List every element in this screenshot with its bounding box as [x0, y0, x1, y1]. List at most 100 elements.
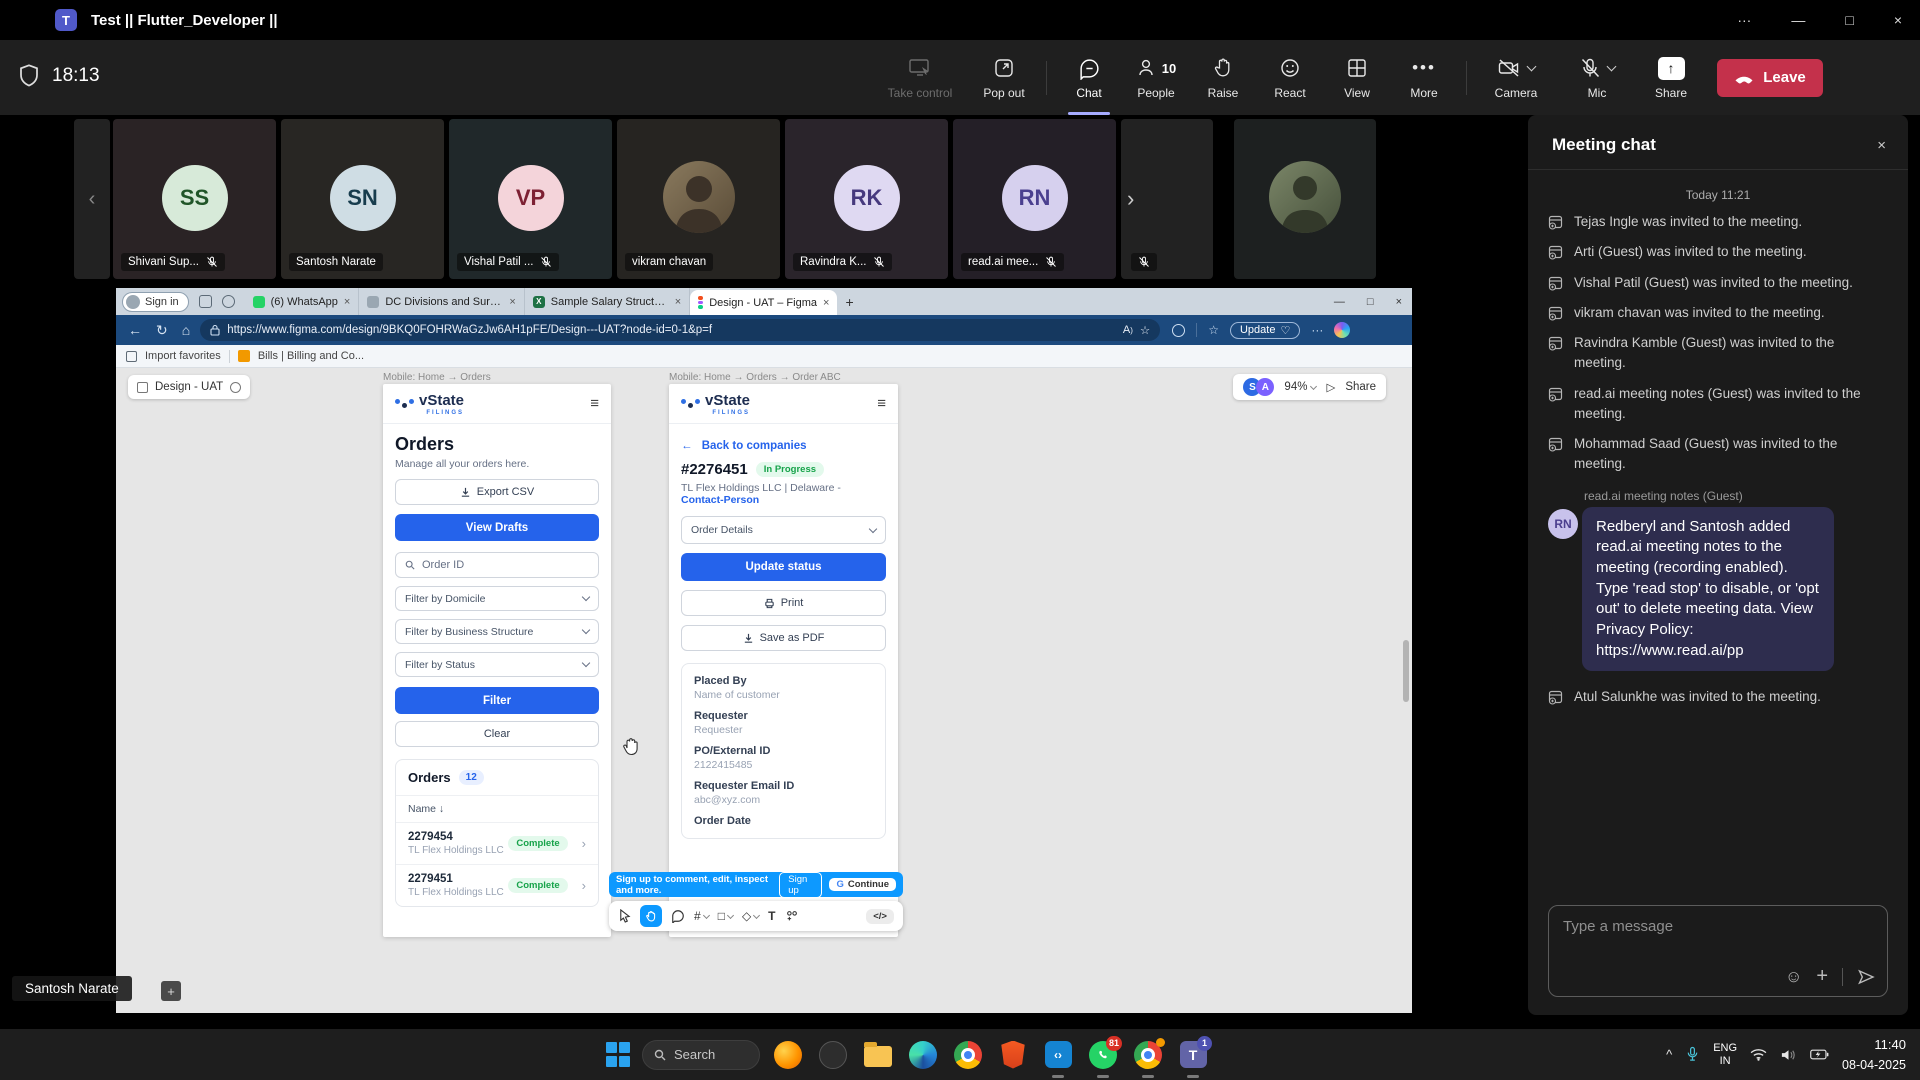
tab-close-icon[interactable]: × — [675, 296, 681, 308]
import-favorites-link[interactable]: Import favorites — [145, 350, 221, 362]
hamburger-menu-icon[interactable]: ≡ — [590, 395, 599, 412]
contact-person-link[interactable]: Contact-Person — [681, 494, 759, 506]
back-icon[interactable]: ← — [128, 322, 142, 339]
hand-tool-icon-active[interactable] — [640, 905, 662, 927]
close-icon[interactable]: × — [1894, 12, 1902, 28]
wifi-icon[interactable] — [1750, 1048, 1767, 1061]
figma-copy-icon[interactable] — [230, 382, 241, 393]
taskbar-search-input[interactable]: Search — [642, 1040, 760, 1070]
start-button-icon[interactable] — [606, 1042, 631, 1067]
mockup-orders-list[interactable]: vStateFILINGS ≡ Orders Manage all your o… — [383, 384, 611, 937]
filter-business-structure-select[interactable]: Filter by Business Structure — [395, 619, 599, 644]
tab-close-icon[interactable]: × — [823, 297, 829, 309]
dark-app-icon[interactable] — [816, 1038, 850, 1072]
signup-button[interactable]: Sign up — [779, 872, 822, 898]
pen-tool[interactable]: ◇ — [742, 909, 759, 923]
refresh-icon[interactable]: ↻ — [156, 322, 168, 339]
order-details-select[interactable]: Order Details — [681, 516, 886, 544]
pop-out-button[interactable]: Pop out — [973, 40, 1035, 115]
mic-options-chevron-icon[interactable] — [1607, 61, 1617, 71]
figma-canvas[interactable]: Design - UAT SA 94% ▷ Share Mobile: Home… — [116, 368, 1412, 986]
frame-tool[interactable]: # — [694, 909, 709, 923]
mic-button[interactable]: Mic — [1559, 40, 1635, 115]
dev-mode-toggle[interactable]: </> — [866, 909, 894, 924]
browser-close-icon[interactable]: × — [1396, 296, 1402, 308]
participant-tile[interactable]: RN read.ai mee... — [953, 119, 1116, 279]
print-button[interactable]: Print — [681, 590, 886, 616]
vscode-icon[interactable]: ‹› — [1041, 1038, 1075, 1072]
people-button[interactable]: 10 People — [1125, 40, 1187, 115]
frame-label-right[interactable]: Mobile: Home → Orders → Order ABC — [669, 372, 841, 383]
battery-icon[interactable] — [1810, 1049, 1829, 1060]
export-csv-button[interactable]: Export CSV — [395, 479, 599, 505]
view-drafts-button[interactable]: View Drafts — [395, 514, 599, 541]
back-to-companies-link[interactable]: ← Back to companies — [681, 440, 886, 452]
chat-button[interactable]: Chat — [1058, 40, 1120, 115]
browser-minimize-icon[interactable]: — — [1334, 296, 1345, 308]
file-explorer-icon[interactable] — [861, 1038, 895, 1072]
extensions-icon[interactable] — [1172, 324, 1185, 337]
filmstrip-next-button[interactable]: › — [1127, 186, 1134, 212]
read-aloud-icon[interactable]: A) — [1123, 324, 1133, 336]
shape-tool[interactable]: □ — [718, 909, 733, 923]
leave-button[interactable]: Leave — [1717, 59, 1823, 97]
chat-message-input[interactable]: Type a message ☺ + — [1548, 905, 1888, 997]
send-icon[interactable] — [1857, 968, 1875, 986]
filter-domicile-select[interactable]: Filter by Domicile — [395, 586, 599, 611]
participant-tile-partial[interactable] — [1121, 119, 1213, 279]
hamburger-menu-icon[interactable]: ≡ — [877, 395, 886, 412]
save-as-pdf-button[interactable]: Save as PDF — [681, 625, 886, 651]
react-button[interactable]: React — [1259, 40, 1321, 115]
browser-tab-dc-divisions[interactable]: DC Divisions and Surroundings× — [359, 288, 524, 315]
brave-icon[interactable] — [996, 1038, 1030, 1072]
share-button[interactable]: ↑ Share — [1640, 40, 1702, 115]
text-tool[interactable]: T — [768, 909, 775, 923]
volume-icon[interactable] — [1780, 1048, 1797, 1062]
frame-label-left[interactable]: Mobile: Home → Orders — [383, 372, 491, 383]
browser-history-icon[interactable] — [222, 295, 235, 308]
tab-close-icon[interactable]: × — [344, 296, 350, 308]
figma-menu-icon[interactable] — [137, 382, 148, 393]
browser-tab-figma-active[interactable]: Design - UAT – Figma× — [690, 290, 837, 315]
update-status-button[interactable]: Update status — [681, 553, 886, 581]
favorites-list-icon[interactable]: ☆ — [1208, 323, 1219, 337]
clear-button[interactable]: Clear — [395, 721, 599, 747]
order-row[interactable]: 2279454TL Flex Holdings LLC Complete › — [396, 822, 598, 864]
google-continue-button[interactable]: GContinue — [829, 878, 896, 891]
chrome-icon-2[interactable] — [1131, 1038, 1165, 1072]
favorite-star-icon[interactable]: ☆ — [1140, 323, 1150, 337]
camera-options-chevron-icon[interactable] — [1527, 61, 1537, 71]
copilot-icon[interactable] — [1334, 322, 1350, 338]
firefox-icon[interactable] — [771, 1038, 805, 1072]
more-button[interactable]: ••• More — [1393, 40, 1455, 115]
participant-tile[interactable]: VP Vishal Patil ... — [449, 119, 612, 279]
browser-tab-whatsapp[interactable]: (6) WhatsApp× — [245, 288, 360, 315]
new-tab-icon[interactable]: + — [845, 294, 853, 310]
home-icon[interactable]: ⌂ — [182, 322, 190, 339]
actions-tool-icon[interactable] — [785, 909, 799, 923]
filter-button[interactable]: Filter — [395, 687, 599, 714]
camera-button[interactable]: Camera — [1478, 40, 1554, 115]
spotlight-tile[interactable] — [1234, 119, 1376, 279]
emoji-icon[interactable]: ☺ — [1785, 967, 1802, 987]
figma-present-icon[interactable]: ▷ — [1326, 380, 1335, 394]
bills-bookmark-link[interactable]: Bills | Billing and Co... — [258, 350, 364, 362]
filmstrip-prev-button[interactable]: ‹ — [74, 119, 110, 279]
browser-signin-button[interactable]: Sign in — [122, 292, 189, 312]
address-bar[interactable]: https://www.figma.com/design/9BKQ0FOHRWa… — [200, 319, 1160, 341]
tray-mic-icon[interactable] — [1685, 1046, 1700, 1063]
figma-share-button[interactable]: Share — [1345, 381, 1376, 393]
whatsapp-icon[interactable]: 81 — [1086, 1038, 1120, 1072]
chat-close-icon[interactable]: × — [1877, 137, 1886, 154]
canvas-scrollbar[interactable] — [1403, 640, 1409, 702]
mockup-order-detail[interactable]: vStateFILINGS ≡ ← Back to companies #227… — [669, 384, 898, 937]
figma-file-chip[interactable]: Design - UAT — [128, 375, 250, 399]
orders-column-header[interactable]: Name ↓ — [396, 795, 598, 822]
move-tool-icon[interactable] — [618, 909, 631, 923]
order-id-search-input[interactable]: Order ID — [395, 552, 599, 578]
teams-icon[interactable]: T1 — [1176, 1038, 1210, 1072]
participant-tile[interactable]: vikram chavan — [617, 119, 780, 279]
browser-maximize-icon[interactable]: □ — [1367, 296, 1374, 308]
minimize-icon[interactable]: — — [1791, 12, 1805, 28]
participant-tile[interactable]: SN Santosh Narate — [281, 119, 444, 279]
